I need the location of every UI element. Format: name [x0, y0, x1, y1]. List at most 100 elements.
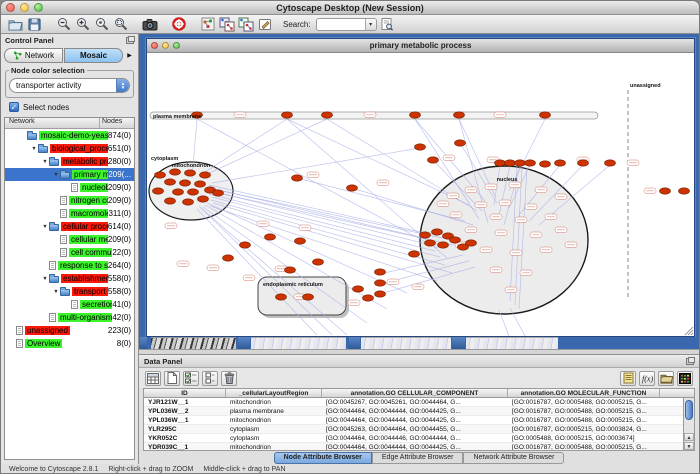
graph-node[interactable] — [185, 170, 196, 176]
tree-column-network[interactable]: Network — [5, 118, 100, 128]
search-input[interactable] — [317, 19, 365, 30]
network-window-titlebar[interactable]: primary metabolic process — [147, 39, 694, 53]
expand-arrow-icon[interactable]: ▼ — [41, 276, 49, 282]
tree-row[interactable]: Overview8(0) — [5, 337, 134, 350]
table-row[interactable]: YJR121W__1mitochondrion[GO:0045267, GO:0… — [144, 398, 683, 407]
tree-row[interactable]: ▼biological_process651(0) — [5, 142, 134, 155]
graph-node[interactable] — [313, 259, 324, 265]
function-builder-icon[interactable]: f(x) — [639, 371, 655, 386]
graph-node[interactable] — [466, 240, 477, 246]
window-titlebar[interactable]: Cytoscape Desktop (New Session) — [1, 1, 699, 15]
column-header-id[interactable]: ID — [144, 389, 226, 397]
tree-row[interactable]: cellular metabo209(0) — [5, 233, 134, 246]
tree-row[interactable]: ▼primary metabo209(... — [5, 168, 134, 181]
tree-row[interactable]: nucleobase-209(0) — [5, 181, 134, 194]
graph-node[interactable] — [555, 160, 566, 166]
tab-mosaic[interactable]: Mosaic — [64, 48, 123, 63]
graph-node[interactable] — [375, 269, 386, 275]
graph-node[interactable] — [165, 198, 176, 204]
expand-arrow-icon[interactable]: ▼ — [52, 172, 60, 178]
graph-node[interactable] — [432, 229, 443, 235]
save-session-button[interactable] — [26, 16, 43, 32]
graph-node[interactable] — [180, 180, 191, 186]
tree-row[interactable]: cell communicat22(0) — [5, 246, 134, 259]
tab-network-attribute-browser[interactable]: Network Attribute Browser — [463, 452, 564, 464]
table-row[interactable]: YDR039C__1mitochondrion[GO:0044464, GO:0… — [144, 443, 683, 451]
graph-node[interactable] — [173, 189, 184, 195]
graph-node[interactable] — [322, 112, 333, 118]
table-scrollbar[interactable]: ▲ ▼ — [683, 398, 694, 450]
table-row[interactable]: YKR052Ccytoplasm[GO:0044464, GO:0044446,… — [144, 434, 683, 443]
tree-row[interactable]: ▼metabolic process280(0) — [5, 155, 134, 168]
graph-node[interactable] — [525, 160, 536, 166]
tab-node-attribute-browser[interactable]: Node Attribute Browser — [274, 452, 372, 464]
graph-node[interactable] — [409, 251, 420, 257]
tree-column-nodes[interactable]: Nodes — [100, 118, 134, 128]
resize-grip[interactable] — [685, 327, 693, 335]
table-row[interactable]: YPL036W__2plasma membrane[GO:0044464, GO… — [144, 407, 683, 416]
zoom-fit-content-icon[interactable] — [112, 16, 129, 32]
graph-node[interactable] — [410, 112, 421, 118]
unselect-attributes-icon[interactable] — [202, 371, 218, 386]
graph-node[interactable] — [198, 196, 209, 202]
zoom-selected-region-icon[interactable] — [93, 16, 110, 32]
graph-node[interactable] — [505, 160, 516, 166]
column-header-molecular-function[interactable]: annotation.GO MOLECULAR_FUNCTION — [508, 389, 660, 397]
graph-node[interactable] — [425, 240, 436, 246]
graph-node[interactable] — [415, 144, 426, 150]
graph-node[interactable] — [515, 160, 526, 166]
graph-node[interactable] — [455, 140, 466, 146]
expand-arrow-icon[interactable]: ▼ — [30, 146, 38, 152]
graph-node[interactable] — [660, 188, 671, 194]
graph-node[interactable] — [282, 112, 293, 118]
tree-row[interactable]: secretion41(0) — [5, 298, 134, 311]
attribute-table-icon[interactable] — [145, 371, 161, 386]
graph-node[interactable] — [265, 234, 276, 240]
graph-node[interactable] — [454, 112, 465, 118]
graph-node[interactable] — [605, 160, 616, 166]
import-attributes-folder-icon[interactable] — [658, 371, 674, 386]
graph-node[interactable] — [155, 172, 166, 178]
graph-node[interactable] — [200, 172, 211, 178]
graph-node[interactable] — [183, 199, 194, 205]
graph-node[interactable] — [363, 295, 374, 301]
vizmapper-icon[interactable] — [199, 16, 216, 32]
table-row[interactable]: YPL036W__1mitochondrion[GO:0044464, GO:0… — [144, 416, 683, 425]
scrollbar-down-icon[interactable]: ▼ — [684, 442, 694, 450]
expand-arrow-icon[interactable]: ▼ — [41, 224, 49, 230]
column-header-cellular-component[interactable]: annotation.GO CELLULAR_COMPONENT — [322, 389, 508, 397]
graph-node[interactable] — [292, 175, 303, 181]
tree-row[interactable]: ▼establishment of lo558(0) — [5, 272, 134, 285]
zoom-out-icon[interactable] — [55, 16, 72, 32]
search-dropdown-arrow-icon[interactable]: ▾ — [365, 18, 376, 31]
network-canvas[interactable]: plasma membranecytoplasmmitochondrionnuc… — [147, 53, 694, 336]
node-color-combo[interactable]: transporter activity ▲▼ — [9, 78, 130, 93]
graph-node[interactable] — [188, 189, 199, 195]
graph-node[interactable] — [353, 286, 364, 292]
zoom-in-icon[interactable] — [74, 16, 91, 32]
graph-node[interactable] — [495, 160, 506, 166]
graph-node[interactable] — [165, 179, 176, 185]
tree-row[interactable]: ▼transport558(0) — [5, 285, 134, 298]
float-panel-icon[interactable] — [686, 358, 694, 365]
graph-node[interactable] — [303, 294, 314, 300]
graph-node[interactable] — [540, 112, 551, 118]
search-options-icon[interactable] — [379, 16, 396, 32]
graph-node[interactable] — [438, 242, 449, 248]
graph-node[interactable] — [285, 267, 296, 273]
annotation-icon[interactable] — [256, 16, 273, 32]
graph-node[interactable] — [450, 237, 461, 243]
graph-node[interactable] — [240, 242, 251, 248]
graph-node[interactable] — [276, 294, 287, 300]
tab-edge-attribute-browser[interactable]: Edge Attribute Browser — [372, 452, 464, 464]
tree-row[interactable]: ▼cellular process614(0) — [5, 220, 134, 233]
attribute-matrix-icon[interactable] — [677, 371, 693, 386]
graph-node[interactable] — [213, 190, 224, 196]
graph-node[interactable] — [375, 280, 386, 286]
tab-network[interactable]: Network — [4, 48, 63, 63]
create-attribute-icon[interactable] — [164, 371, 180, 386]
delete-attribute-trash-icon[interactable] — [221, 371, 237, 386]
tree-row[interactable]: nitrogen compo209(0) — [5, 194, 134, 207]
graph-node[interactable] — [428, 157, 439, 163]
expand-arrow-icon[interactable]: ▼ — [41, 159, 49, 165]
